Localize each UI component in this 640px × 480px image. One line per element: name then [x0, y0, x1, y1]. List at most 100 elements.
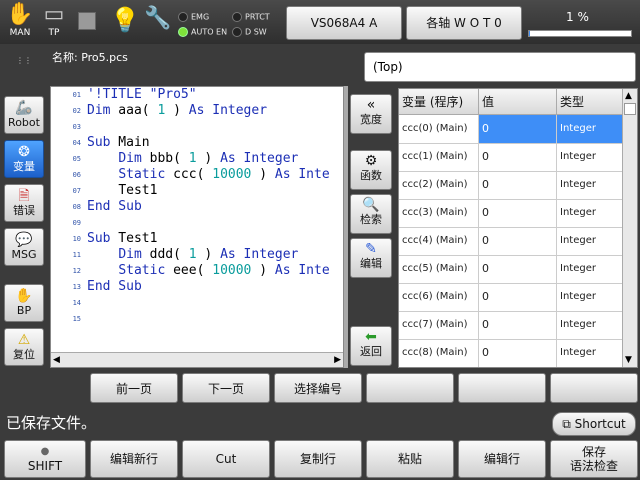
paste-button[interactable]: 粘贴	[366, 440, 454, 478]
breakpoint-button[interactable]: ✋ BP	[4, 284, 44, 322]
next-page-button[interactable]: 下一页	[182, 373, 270, 403]
code-line-11: Dim ddd( 1 ) As Integer	[118, 247, 299, 262]
scroll-down-icon[interactable]: ▼	[625, 355, 632, 365]
editor-splitter[interactable]	[344, 86, 348, 368]
cell-value[interactable]: 0	[479, 115, 557, 143]
cut-button[interactable]: Cut	[182, 440, 270, 478]
double-chevron-left-icon: «	[366, 97, 376, 113]
cell-value[interactable]: 0	[479, 339, 557, 367]
prev-page-button[interactable]: 前一页	[90, 373, 178, 403]
scroll-up-icon[interactable]: ▲	[625, 91, 632, 101]
code-area[interactable]: '!TITLE "Pro5" Dim aaa( 1 ) As Integer S…	[87, 87, 343, 353]
table-row[interactable]: ccc(7) (Main) 0 Integer	[399, 311, 623, 340]
man-label: MAN	[9, 28, 31, 38]
led-auto-en: AUTO EN	[178, 27, 227, 37]
cell-type: Integer	[557, 227, 623, 255]
copy-line-button[interactable]: 复制行	[274, 440, 362, 478]
search-button[interactable]: 🔍 检索	[350, 194, 392, 234]
tp-button[interactable]: ▭ TP	[36, 2, 72, 42]
shortcut-button[interactable]: ⧉ Shortcut	[552, 412, 636, 436]
function-icon: ⚙	[364, 153, 378, 169]
reset-button[interactable]: ⚠ 复位	[4, 328, 44, 366]
error-button[interactable]: 🗎 错误	[4, 184, 44, 222]
line-number: 06	[72, 171, 81, 179]
variable-button[interactable]: ❂ 变量	[4, 140, 44, 178]
dots-icon: ⋮⋮	[16, 56, 32, 65]
status-message: 已保存文件。	[6, 414, 97, 432]
code-line-1: '!TITLE "Pro5"	[87, 87, 197, 102]
code-line-12: Static eee( 10000 ) As Inte	[118, 263, 330, 278]
file-name: 名称: Pro5.pcs	[52, 51, 128, 64]
line-number: 13	[72, 283, 81, 291]
cell-variable: ccc(3) (Main)	[399, 199, 479, 227]
empty-button-3[interactable]	[550, 373, 638, 403]
led-prtct: PRTCT	[232, 12, 270, 22]
table-row[interactable]: ccc(2) (Main) 0 Integer	[399, 171, 623, 200]
empty-button-1[interactable]	[366, 373, 454, 403]
table-row[interactable]: ccc(6) (Main) 0 Integer	[399, 283, 623, 312]
cell-value[interactable]: 0	[479, 227, 557, 255]
cell-value[interactable]: 0	[479, 311, 557, 339]
table-row[interactable]: ccc(5) (Main) 0 Integer	[399, 255, 623, 284]
table-vertical-scrollbar[interactable]: ▲ ▼	[622, 89, 637, 367]
cell-value[interactable]: 0	[479, 283, 557, 311]
hand-icon: ✋	[6, 2, 34, 27]
width-button[interactable]: «宽度	[350, 94, 392, 134]
scope-dropdown[interactable]: (Top)	[364, 52, 636, 82]
edit-line-button[interactable]: 编辑行	[458, 440, 546, 478]
editor-horizontal-scrollbar[interactable]: ◀ ▶	[51, 352, 343, 367]
msg-button[interactable]: 💬 MSG	[4, 228, 44, 266]
breakpoint-hand-icon: ✋	[15, 288, 33, 304]
edit-button[interactable]: ✎ 编辑	[350, 238, 392, 278]
man-mode-button[interactable]: ✋ MAN	[2, 2, 38, 42]
robot-select-button[interactable]: VS068A4 A	[286, 6, 402, 40]
scroll-left-icon[interactable]: ◀	[53, 355, 60, 365]
code-line-8: End Sub	[87, 199, 142, 214]
scroll-right-icon[interactable]: ▶	[334, 355, 341, 365]
cell-type: Integer	[557, 311, 623, 339]
line-number-gutter: 01 02 03 04 05 06 07 08 09 10 11 12 13 14 15	[51, 87, 85, 353]
back-arrow-icon: ⬅	[365, 329, 377, 345]
shift-button[interactable]: ● SHIFT	[4, 440, 86, 478]
table-row[interactable]: ccc(8) (Main) 0 Integer	[399, 339, 623, 367]
table-row[interactable]: ccc(0) (Main) 0 Integer	[399, 115, 623, 144]
edit-new-line-button[interactable]: 编辑新行	[90, 440, 178, 478]
stop-icon[interactable]	[78, 12, 96, 30]
variable-table[interactable]: 变量 (程序) 值 类型 ccc(0) (Main) 0 Integer ccc(1)…	[398, 88, 638, 368]
empty-button-2[interactable]	[458, 373, 546, 403]
cell-value[interactable]: 0	[479, 171, 557, 199]
cell-variable: ccc(2) (Main)	[399, 171, 479, 199]
select-number-button[interactable]: 选择编号	[274, 373, 362, 403]
line-number: 05	[72, 155, 81, 163]
code-editor[interactable]: 01 02 03 04 05 06 07 08 09 10 11 12 13 14 15 '!TITLE "…	[50, 86, 344, 368]
pencil-icon: ✎	[365, 241, 377, 257]
function-button[interactable]: ⚙ 函数	[350, 150, 392, 190]
lamp-icon[interactable]: 💡	[110, 6, 140, 34]
axis-select-button[interactable]: 各轴 W O T 0	[406, 6, 522, 40]
cell-variable: ccc(8) (Main)	[399, 339, 479, 367]
cell-variable: ccc(1) (Main)	[399, 143, 479, 171]
table-row[interactable]: ccc(4) (Main) 0 Integer	[399, 227, 623, 256]
cell-variable: ccc(4) (Main)	[399, 227, 479, 255]
back-button[interactable]: ⬅ 返回	[350, 326, 392, 366]
line-number: 11	[72, 251, 81, 259]
cell-value[interactable]: 0	[479, 255, 557, 283]
variable-icon: ❂	[18, 144, 30, 160]
cell-value[interactable]: 0	[479, 143, 557, 171]
cell-type: Integer	[557, 115, 623, 143]
line-number: 10	[72, 235, 81, 243]
wrench-icon[interactable]: 🔧	[144, 6, 171, 31]
header-value[interactable]: 值	[479, 89, 557, 115]
speed-bar-fill	[529, 31, 531, 36]
scroll-thumb[interactable]	[624, 103, 636, 115]
table-row[interactable]: ccc(1) (Main) 0 Integer	[399, 143, 623, 172]
header-type[interactable]: 类型	[557, 89, 623, 115]
table-row[interactable]: ccc(3) (Main) 0 Integer	[399, 199, 623, 228]
cell-value[interactable]: 0	[479, 199, 557, 227]
robot-button[interactable]: 🦾 Robot	[4, 96, 44, 134]
header-variable[interactable]: 变量 (程序)	[399, 89, 479, 115]
line-number: 08	[72, 203, 81, 211]
save-syntax-check-button[interactable]: 保存 语法检查	[550, 440, 638, 478]
line-number: 14	[72, 299, 81, 307]
